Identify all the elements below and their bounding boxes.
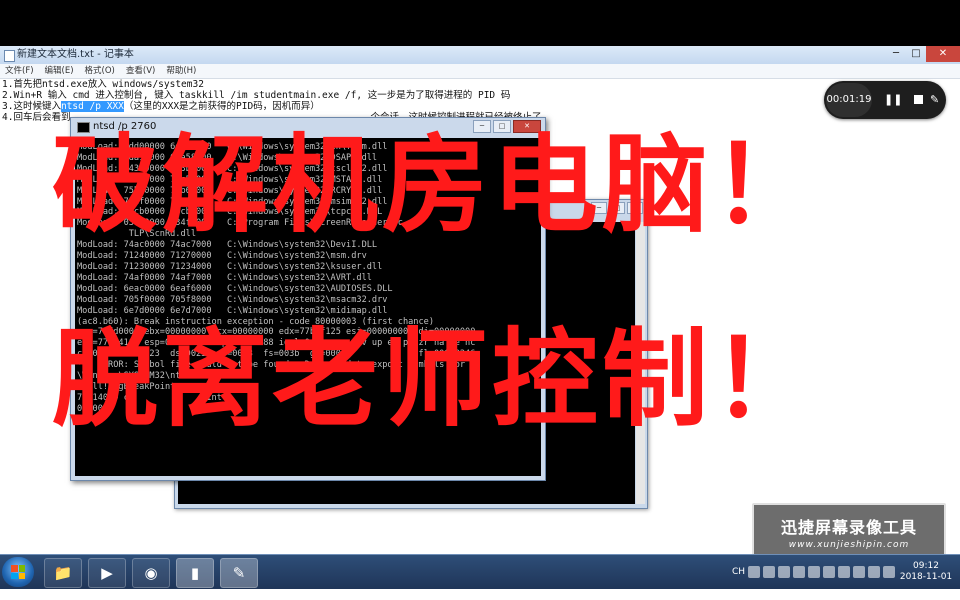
taskbar: 📁 ▶ ◉ ▮ ✎ CH 09:12 2018-11-01 bbox=[0, 554, 960, 589]
stop-icon[interactable] bbox=[914, 95, 923, 104]
console-line: ModLoad: 71230000 71234000 C:\Windows\sy… bbox=[77, 261, 383, 272]
recorder-widget[interactable]: 00:01:19 ❚❚ ✎ bbox=[824, 81, 946, 119]
pause-icon[interactable]: ❚❚ bbox=[884, 93, 902, 106]
menu-file[interactable]: 文件(F) bbox=[0, 64, 40, 78]
chrome-taskbar-icon[interactable]: ◉ bbox=[132, 558, 170, 588]
notepad-titlebar[interactable]: 新建文本文档.txt - 记事本 ─ □ ✕ bbox=[0, 46, 960, 65]
notepad-line-3: 3.这时候键入ntsd /p XXX（这里的XXX是之前获得的PID码，因机而异… bbox=[2, 101, 960, 112]
console-line: ModLoad: 6eac0000 6eaf6000 C:\Windows\sy… bbox=[77, 283, 393, 294]
explorer-taskbar-icon[interactable]: 📁 bbox=[44, 558, 82, 588]
notepad-line-3-start: 3.这时候键入 bbox=[2, 101, 61, 112]
notepad-taskbar-icon[interactable]: ✎ bbox=[220, 558, 258, 588]
pen-icon[interactable]: ✎ bbox=[930, 93, 939, 106]
media-taskbar-icon[interactable]: ▶ bbox=[88, 558, 126, 588]
close-icon[interactable]: ✕ bbox=[926, 46, 960, 62]
menu-view[interactable]: 查看(V) bbox=[121, 64, 161, 78]
volume-icon[interactable] bbox=[883, 566, 895, 578]
notepad-line-2: 2.Win+R 输入 cmd 进入控制台, 键入 taskkill /im st… bbox=[2, 90, 511, 101]
console-line: ModLoad: 6e7d0000 6e7d7000 C:\Windows\sy… bbox=[77, 305, 388, 316]
cmd-taskbar-icon[interactable]: ▮ bbox=[176, 558, 214, 588]
security-icon[interactable] bbox=[823, 566, 835, 578]
minimize-icon[interactable]: ─ bbox=[886, 46, 906, 62]
menu-edit[interactable]: 编辑(E) bbox=[40, 64, 80, 78]
recording-time: 00:01:19 bbox=[826, 83, 872, 117]
clock[interactable]: 09:12 2018-11-01 bbox=[898, 561, 954, 583]
notepad-line-4-start: 4.回车后会看到 bbox=[2, 112, 71, 123]
app-tray-icon[interactable] bbox=[808, 566, 820, 578]
clock-date: 2018-11-01 bbox=[899, 572, 953, 582]
chat-icon[interactable] bbox=[838, 566, 850, 578]
menu-format[interactable]: 格式(O) bbox=[80, 64, 121, 78]
notepad-window-controls: ─ □ ✕ bbox=[886, 46, 960, 64]
monitor-icon[interactable] bbox=[868, 566, 880, 578]
help-icon[interactable] bbox=[748, 566, 760, 578]
network-icon[interactable] bbox=[793, 566, 805, 578]
notepad-menubar: 文件(F) 编辑(E) 格式(O) 查看(V) 帮助(H) bbox=[0, 64, 960, 79]
notepad-icon bbox=[4, 50, 15, 62]
watermark-title: 迅捷屏幕录像工具 bbox=[780, 518, 917, 537]
ime-indicator[interactable]: CH bbox=[732, 567, 745, 577]
settings-icon[interactable] bbox=[778, 566, 790, 578]
flag-icon[interactable] bbox=[853, 566, 865, 578]
console-line: ModLoad: 71240000 71270000 C:\Windows\sy… bbox=[77, 251, 367, 262]
maximize-icon[interactable]: □ bbox=[906, 46, 926, 62]
overlay-caption-1: 破解机房电脑！ bbox=[52, 124, 822, 247]
watermark-url: www.xunjieshipin.com bbox=[788, 540, 910, 550]
clock-time: 09:12 bbox=[913, 561, 939, 571]
overlay-caption-2: 脱离老师控制！ bbox=[52, 318, 822, 441]
menu-help[interactable]: 帮助(H) bbox=[161, 64, 202, 78]
start-button[interactable] bbox=[2, 557, 34, 587]
selected-command: ntsd /p XXX bbox=[60, 101, 124, 112]
console-line: ModLoad: 74af0000 74af7000 C:\Windows\sy… bbox=[77, 272, 372, 283]
console-line: ModLoad: 705f0000 705f8000 C:\Windows\sy… bbox=[77, 294, 388, 305]
notepad-line-1: 1.首先把ntsd.exe放入 windows/system32 bbox=[2, 79, 204, 90]
notepad-line-3-rest: （这里的XXX是之前获得的PID码，因机而异） bbox=[123, 101, 320, 112]
taskbar-ghost-area bbox=[265, 563, 585, 579]
keyboard-icon[interactable] bbox=[763, 566, 775, 578]
system-tray: CH 09:12 2018-11-01 bbox=[732, 555, 960, 589]
notepad-title: 新建文本文档.txt - 记事本 bbox=[17, 49, 134, 60]
windows-logo-icon bbox=[11, 565, 25, 579]
